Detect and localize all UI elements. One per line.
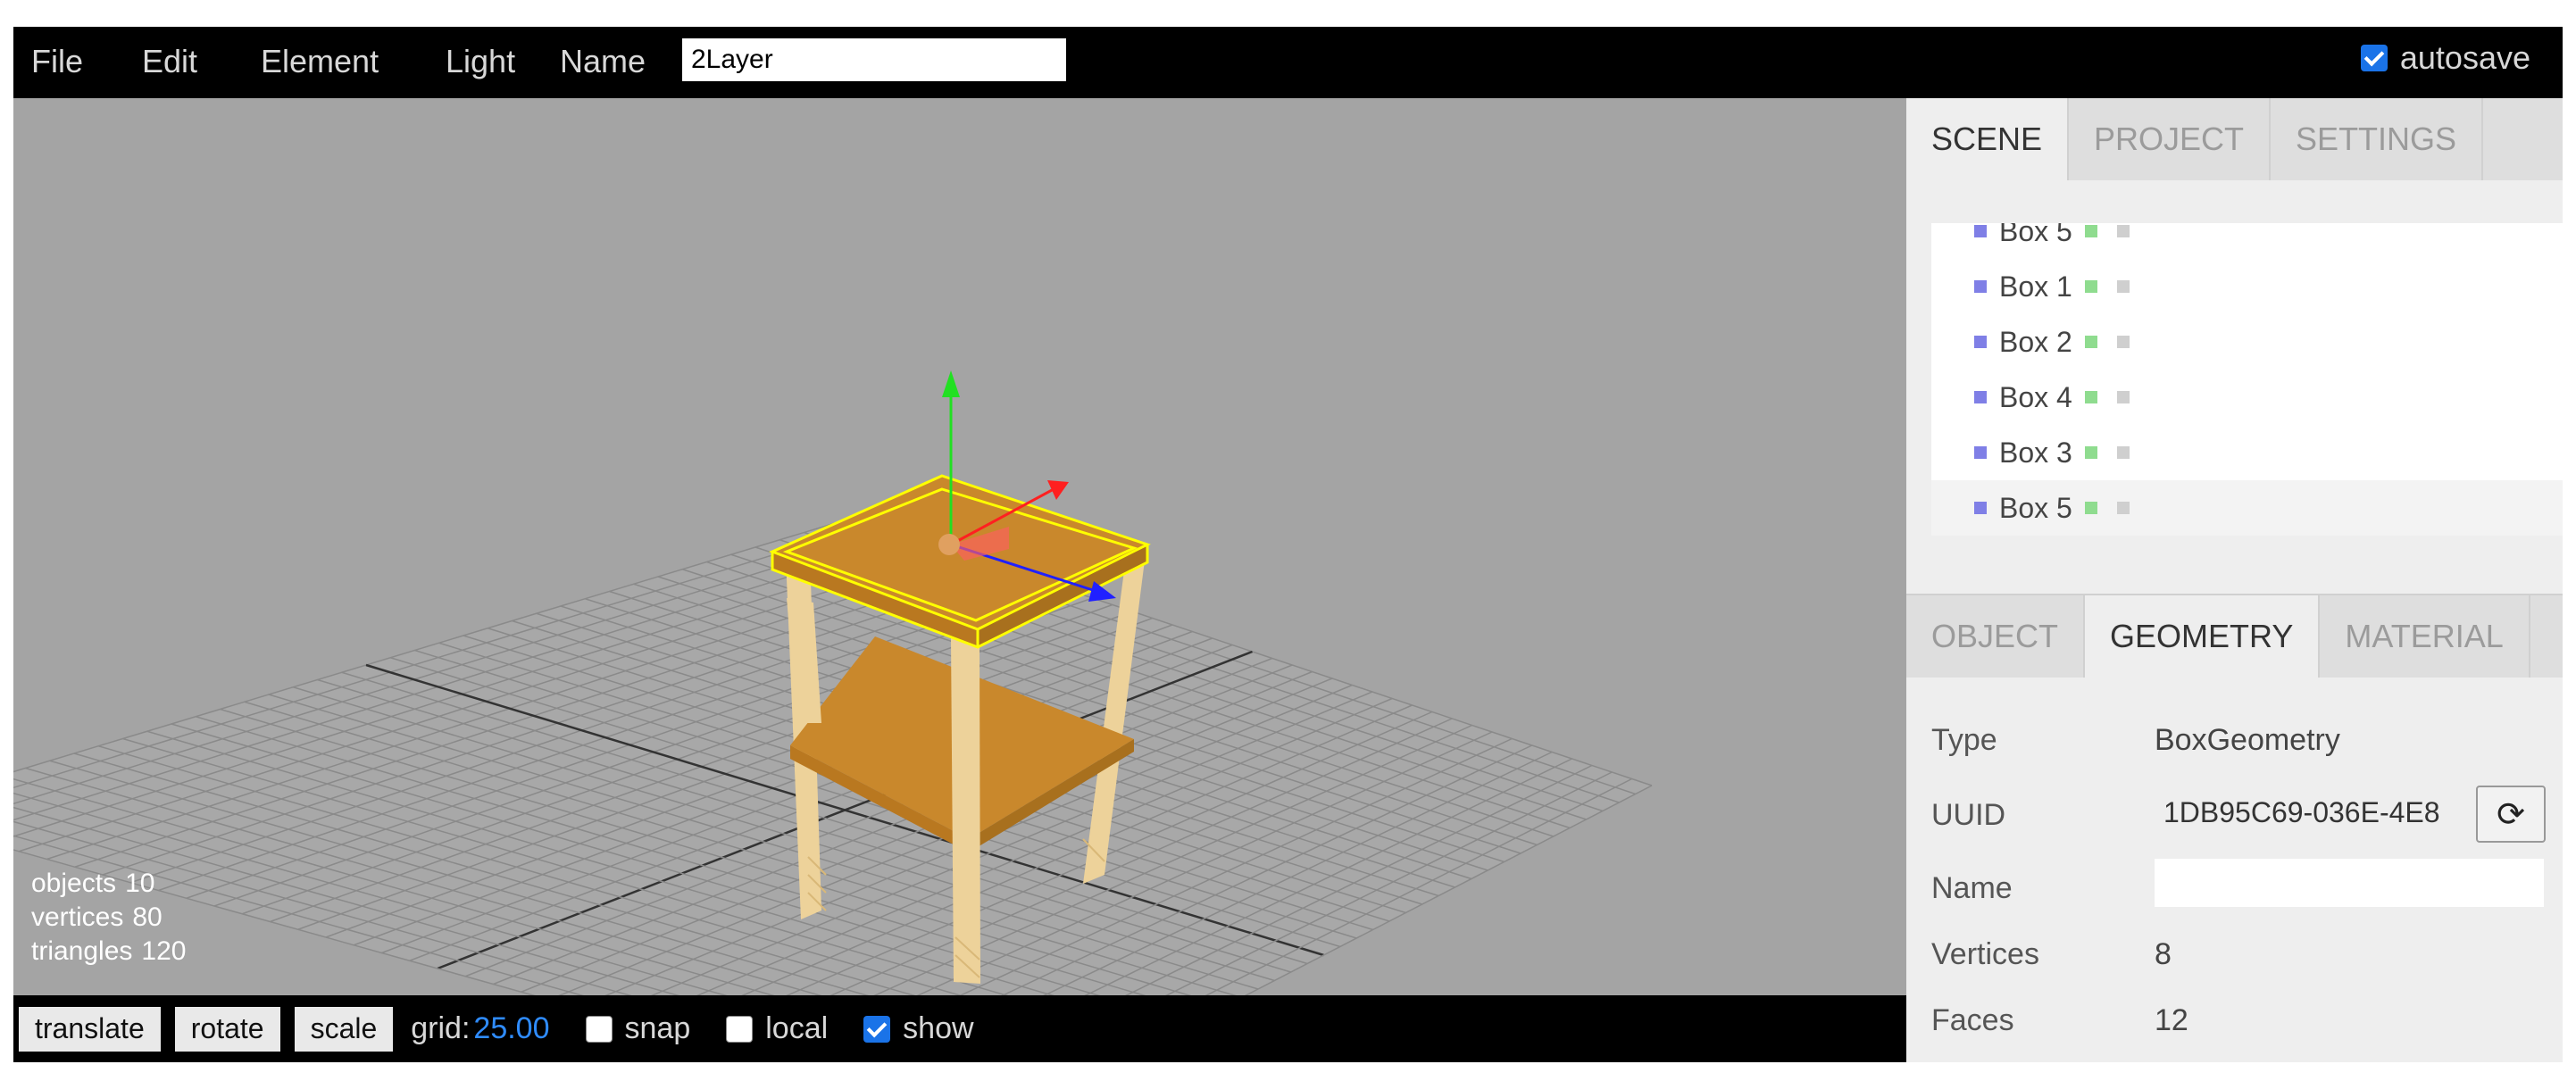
tab-settings[interactable]: SETTINGS [2271,98,2484,180]
scene-outliner[interactable]: Box 5 Box 1 Box 2 Box 4 Box 3 Box 5 [1931,223,2563,536]
sidebar: SCENE PROJECT SETTINGS Box 5 Box 1 Box 2 [1906,98,2563,1062]
outliner-item-label: Box 5 [1999,223,2072,247]
geometry-icon [2084,225,2097,237]
project-name-input[interactable] [682,38,1066,81]
autosave-toggle[interactable]: autosave [2360,39,2530,77]
axis-y-arrow[interactable] [942,370,960,397]
geometry-icon [2084,502,2097,514]
vertices-label: vertices [31,902,124,932]
3d-viewport[interactable]: objects 10 vertices 80 triangles 120 [13,98,1906,995]
geometry-icon [2084,336,2097,348]
tab-scene[interactable]: SCENE [1906,98,2070,180]
geometry-icon [2084,391,2097,403]
menu-file[interactable]: File [31,43,83,80]
outliner-item-label: Box 5 [1999,491,2072,524]
material-icon [2116,446,2130,459]
scene-info: objects 10 vertices 80 triangles 120 [31,867,186,969]
triangles-count: 120 [141,936,187,966]
outliner-item-selected[interactable]: Box 5 [1931,480,2563,536]
geometry-vertices-value: 8 [2155,937,2172,971]
show-label: show [903,1011,974,1045]
grid-size-input[interactable]: 25.00 [473,1011,549,1046]
vertices-count: 80 [132,902,163,932]
refresh-icon: ⟳ [2497,795,2525,834]
outliner-item-label: Box 1 [1999,270,2072,303]
scene-tabs: SCENE PROJECT SETTINGS [1906,98,2563,180]
material-icon [2116,280,2130,293]
local-label: local [765,1011,829,1045]
object-type-icon [1974,280,1987,293]
autosave-checkbox[interactable] [2360,45,2388,71]
object-type-icon [1974,502,1987,514]
outliner-item-label: Box 2 [1999,325,2072,358]
scale-button[interactable]: scale [294,1006,394,1052]
menu-element[interactable]: Element [261,43,379,80]
objects-count: 10 [125,869,155,898]
geometry-name-label: Name [1931,871,2013,905]
geometry-uuid-value: 1DB95C69-036E-4E8 [2155,786,2463,839]
tab-project[interactable]: PROJECT [2069,98,2272,180]
geometry-uuid-label: UUID [1931,798,2006,832]
menu-edit[interactable]: Edit [142,43,197,80]
transform-toolbar: translate rotate scale grid: 25.00 snap … [13,995,1906,1062]
geometry-name-input[interactable] [2155,859,2544,907]
object-type-icon [1974,336,1987,348]
snap-toggle[interactable]: snap [585,1011,691,1046]
outliner-item[interactable]: Box 2 [1931,314,2563,370]
outliner-item-label: Box 4 [1999,380,2072,413]
geometry-vertices-label: Vertices [1931,937,2039,971]
project-name-label: Name [560,43,646,79]
outliner-item-label: Box 3 [1999,436,2072,469]
refresh-uuid-button[interactable]: ⟳ [2476,786,2546,843]
material-icon [2116,225,2130,237]
grid-label: grid: [411,1011,471,1045]
geometry-type-label: Type [1931,723,1997,757]
scene-canvas[interactable] [13,98,1906,995]
objects-label: objects [31,869,117,898]
outliner-item[interactable]: Box 4 [1931,370,2563,425]
gizmo-center[interactable] [938,534,960,555]
outliner-item[interactable]: Box 3 [1931,425,2563,480]
snap-label: snap [624,1011,691,1045]
translate-button[interactable]: translate [19,1006,161,1052]
object-type-icon [1974,446,1987,459]
menu-light[interactable]: Light [446,43,515,80]
menu-bar: File Edit Element Light Name autosave [13,27,2563,98]
app-window: File Edit Element Light Name autosave [13,27,2563,1062]
material-icon [2116,336,2130,348]
show-grid-toggle[interactable]: show [863,1011,974,1046]
object-type-icon [1974,391,1987,403]
local-checkbox[interactable] [726,1015,754,1043]
table-leg-front[interactable] [951,638,980,984]
triangles-label: triangles [31,936,133,966]
object-type-icon [1974,225,1987,237]
material-icon [2116,391,2130,403]
outliner-item[interactable]: Box 1 [1931,259,2563,314]
outliner-item[interactable]: Box 5 [1931,223,2563,259]
geometry-faces-value: 12 [2155,1003,2188,1037]
autosave-label: autosave [2399,39,2530,76]
material-icon [2116,502,2130,514]
geometry-properties: Type BoxGeometry UUID 1DB95C69-036E-4E8 … [1906,562,2563,1062]
rotate-button[interactable]: rotate [174,1006,280,1052]
show-checkbox[interactable] [863,1015,891,1043]
snap-checkbox[interactable] [585,1015,613,1043]
local-toggle[interactable]: local [726,1011,828,1046]
geometry-icon [2084,446,2097,459]
geometry-icon [2084,280,2097,293]
geometry-faces-label: Faces [1931,1003,2014,1037]
geometry-type-value: BoxGeometry [2155,723,2340,757]
